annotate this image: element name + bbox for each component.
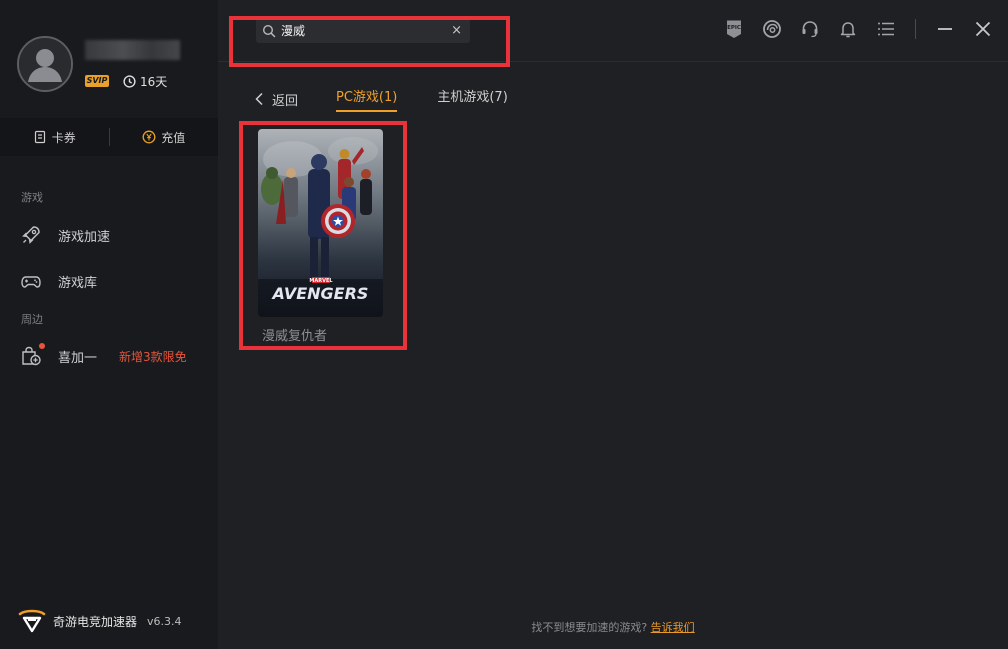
search-input[interactable] [281,23,452,38]
results-tabs: 返回 PC游戏(1) 主机游戏(7) [254,86,548,112]
ubisoft-icon [763,20,781,38]
sidebar: SVIP 16天 卡券 充值 游戏 游戏加速 游戏库 周边 喜加一 新增3款限免… [0,0,218,649]
toolbar: EPIC [723,18,994,40]
sidebar-item-free-games[interactable]: 喜加一 新增3款限免 [20,343,187,367]
recharge-button[interactable]: 充值 [110,129,219,146]
section-label-games: 游戏 [21,191,43,204]
coupon-button[interactable]: 卡券 [0,129,109,146]
menu-icon [878,22,894,36]
tab-pc-games[interactable]: PC游戏(1) [336,86,398,112]
wallet-bar: 卡券 充值 [0,118,218,156]
user-avatar-icon [19,38,71,90]
brand: 奇游电竞加速器 v6.3.4 [17,608,182,634]
footer-text: 找不到想要加速的游戏? [531,621,648,634]
epic-games-icon: EPIC [727,20,741,38]
menu-button[interactable] [875,18,897,40]
username-redacted [85,40,180,60]
header: × EPIC [218,0,1008,67]
sidebar-item-label: 喜加一 [58,350,98,366]
game-card[interactable]: MARVEL AVENGERS 漫威复仇者 [258,129,383,344]
ubisoft-button[interactable] [761,18,783,40]
bell-icon [840,22,856,38]
notification-dot [39,343,45,349]
minimize-icon [938,28,952,30]
brand-logo-icon [18,609,46,633]
svg-text:EPIC: EPIC [727,25,741,31]
back-button[interactable]: 返回 [254,90,298,109]
search-box[interactable]: × [256,18,470,43]
minimize-button[interactable] [934,18,956,40]
close-icon [975,21,991,37]
gift-bag-icon-wrap [20,343,45,367]
search-icon [262,24,276,37]
coupon-label: 卡券 [51,130,76,145]
headset-icon [802,21,818,38]
sidebar-item-label: 游戏加速 [58,229,111,245]
sidebar-item-label: 游戏库 [58,275,98,291]
membership-days: 16天 [123,72,167,90]
notifications-button[interactable] [837,18,859,40]
sidebar-item-game-boost[interactable]: 游戏加速 [20,224,110,246]
toolbar-separator [915,19,916,39]
chevron-left-icon [255,92,263,106]
footer: 找不到想要加速的游戏? 告诉我们 [218,619,1008,635]
rocket-icon [22,226,40,244]
clock-icon [123,74,136,88]
section-label-extras: 周边 [21,313,43,326]
close-button[interactable] [972,18,994,40]
svg-text:AVENGERS: AVENGERS [271,284,369,303]
epic-games-button[interactable]: EPIC [723,18,745,40]
avengers-cover-image: MARVEL AVENGERS [258,129,383,317]
game-title: 漫威复仇者 [262,329,328,344]
svip-badge: SVIP [85,75,109,87]
yen-coin-icon [142,130,156,144]
clear-search-button[interactable]: × [451,23,462,38]
main-panel: × EPIC [218,0,1008,649]
feedback-link[interactable]: 告诉我们 [651,621,695,634]
gift-bag-icon [22,346,41,366]
avatar[interactable] [17,36,73,92]
game-cover: MARVEL AVENGERS [258,129,383,317]
promo-text: 新增3款限免 [119,349,187,364]
gamepad-icon [21,276,41,288]
version: v6.3.4 [147,614,182,628]
brand-name: 奇游电竞加速器 [53,614,138,629]
days-left-text: 16天 [140,74,168,89]
back-label: 返回 [272,93,299,109]
customer-service-button[interactable] [799,18,821,40]
app-window: SVIP 16天 卡券 充值 游戏 游戏加速 游戏库 周边 喜加一 新增3款限免… [0,0,1008,649]
coupon-icon [34,130,45,144]
recharge-label: 充值 [161,130,186,145]
sidebar-item-game-library[interactable]: 游戏库 [20,270,97,292]
tab-console-games[interactable]: 主机游戏(7) [437,86,507,112]
